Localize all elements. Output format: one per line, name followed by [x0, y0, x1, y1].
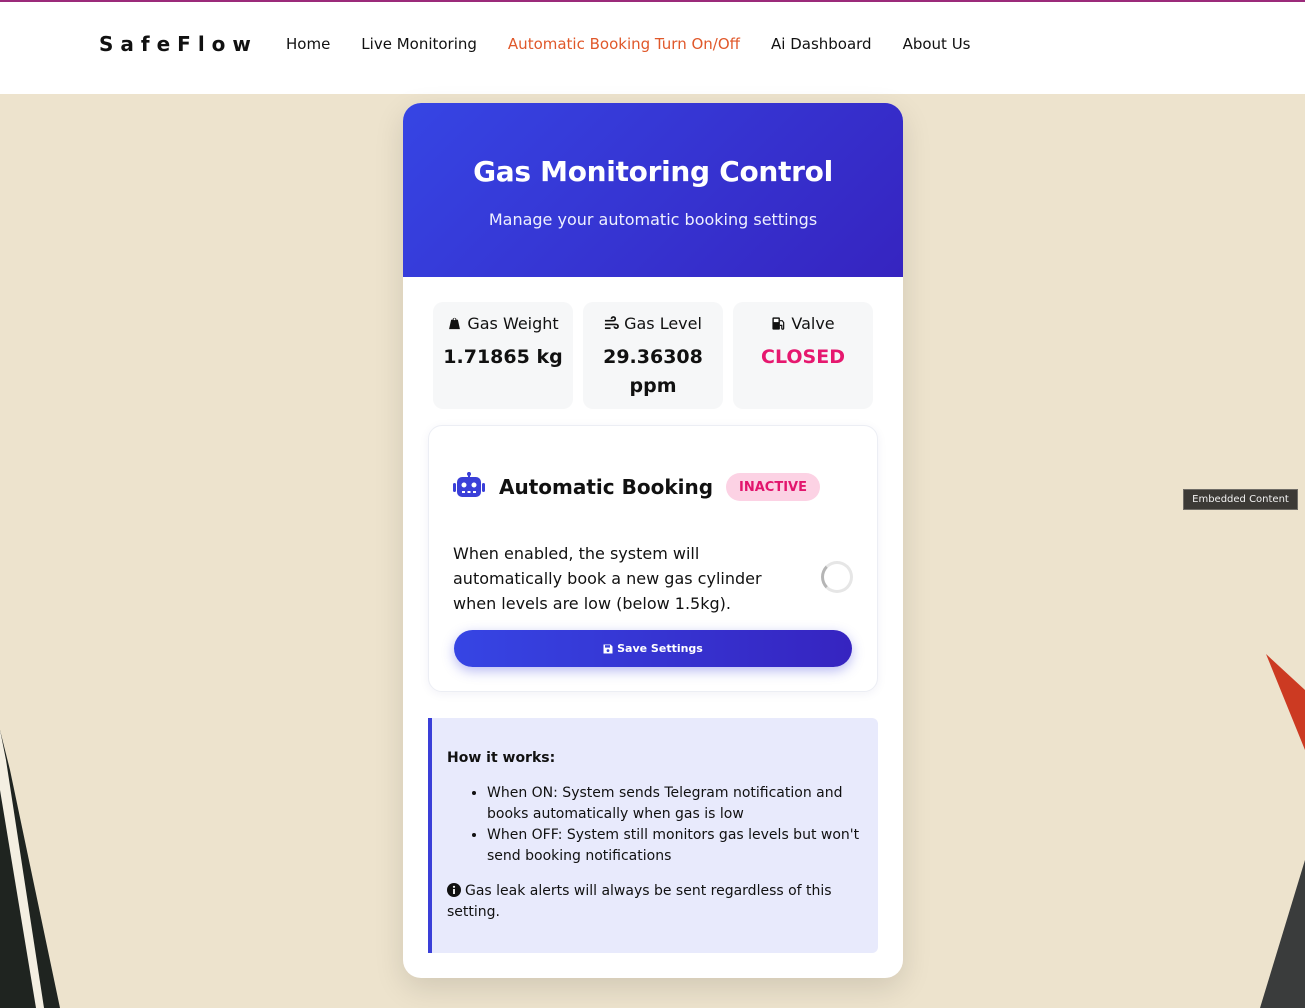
nav-link-live-monitoring[interactable]: Live Monitoring: [361, 35, 477, 53]
how-it-works-panel: How it works: When ON: System sends Tele…: [428, 718, 878, 953]
info-icon: [447, 883, 461, 897]
how-it-works-list: When ON: System sends Telegram notificat…: [447, 783, 862, 867]
nav-links: Home Live Monitoring Automatic Booking T…: [286, 35, 1002, 53]
how-it-works-title: How it works:: [447, 750, 556, 766]
robot-icon: [453, 472, 485, 497]
nav-link-ai-dashboard[interactable]: Ai Dashboard: [771, 35, 872, 53]
stat-gas-level-label: Gas Level: [624, 314, 702, 333]
list-item: When ON: System sends Telegram notificat…: [487, 783, 862, 825]
decorative-shape-red: [1266, 654, 1305, 750]
gas-pump-icon: [772, 317, 785, 330]
nav-link-about-us[interactable]: About Us: [903, 35, 971, 53]
booking-description: When enabled, the system will automatica…: [453, 544, 762, 613]
decorative-shape-left: [0, 730, 60, 1008]
brand-logo[interactable]: SafeFlow: [99, 32, 258, 56]
embedded-content-tag: Embedded Content: [1183, 489, 1298, 510]
wind-icon: [605, 316, 619, 330]
stat-gas-weight-value: 1.71865 kg: [443, 346, 563, 368]
stat-valve-label-row: Valve: [733, 314, 873, 333]
toggle-loading-spinner[interactable]: [821, 561, 853, 593]
stat-gas-weight-label: Gas Weight: [467, 314, 559, 333]
save-settings-label: Save Settings: [617, 642, 703, 655]
stat-valve: Valve CLOSED: [733, 302, 873, 409]
stat-gas-level: Gas Level 29.36308 ppm: [583, 302, 723, 409]
stat-gas-weight: Gas Weight 1.71865 kg: [433, 302, 573, 409]
automatic-booking-panel: Automatic Booking INACTIVE When enabled,…: [428, 425, 878, 692]
booking-title: Automatic Booking: [499, 475, 714, 499]
save-icon: [603, 644, 613, 653]
stats-row: Gas Weight 1.71865 kg Gas Level 29.36308…: [433, 302, 873, 409]
navbar: SafeFlow Home Live Monitoring Automatic …: [0, 2, 1305, 94]
booking-header: Automatic Booking INACTIVE: [453, 472, 820, 502]
stat-gas-level-value: 29.36308 ppm: [603, 346, 703, 397]
list-item: When OFF: System still monitors gas leve…: [487, 825, 862, 867]
booking-status-badge: INACTIVE: [726, 473, 820, 501]
save-settings-button[interactable]: Save Settings: [454, 630, 852, 667]
nav-link-home[interactable]: Home: [286, 35, 330, 53]
decorative-shape-dark: [1260, 860, 1305, 1008]
page-title: Gas Monitoring Control: [473, 155, 833, 188]
stat-gas-level-label-row: Gas Level: [583, 314, 723, 333]
stat-gas-weight-label-row: Gas Weight: [433, 314, 573, 333]
valve-status-value: CLOSED: [761, 346, 845, 368]
page-subtitle: Manage your automatic booking settings: [488, 210, 818, 229]
nav-link-automatic-booking[interactable]: Automatic Booking Turn On/Off: [508, 35, 740, 53]
control-card: Gas Monitoring Control Manage your autom…: [403, 103, 903, 978]
card-header: Gas Monitoring Control Manage your autom…: [403, 103, 903, 277]
gas-leak-note: Gas leak alerts will always be sent rega…: [447, 881, 862, 923]
weight-icon: [449, 317, 461, 330]
stat-valve-label: Valve: [791, 314, 835, 333]
gas-leak-note-text: Gas leak alerts will always be sent rega…: [447, 883, 832, 920]
